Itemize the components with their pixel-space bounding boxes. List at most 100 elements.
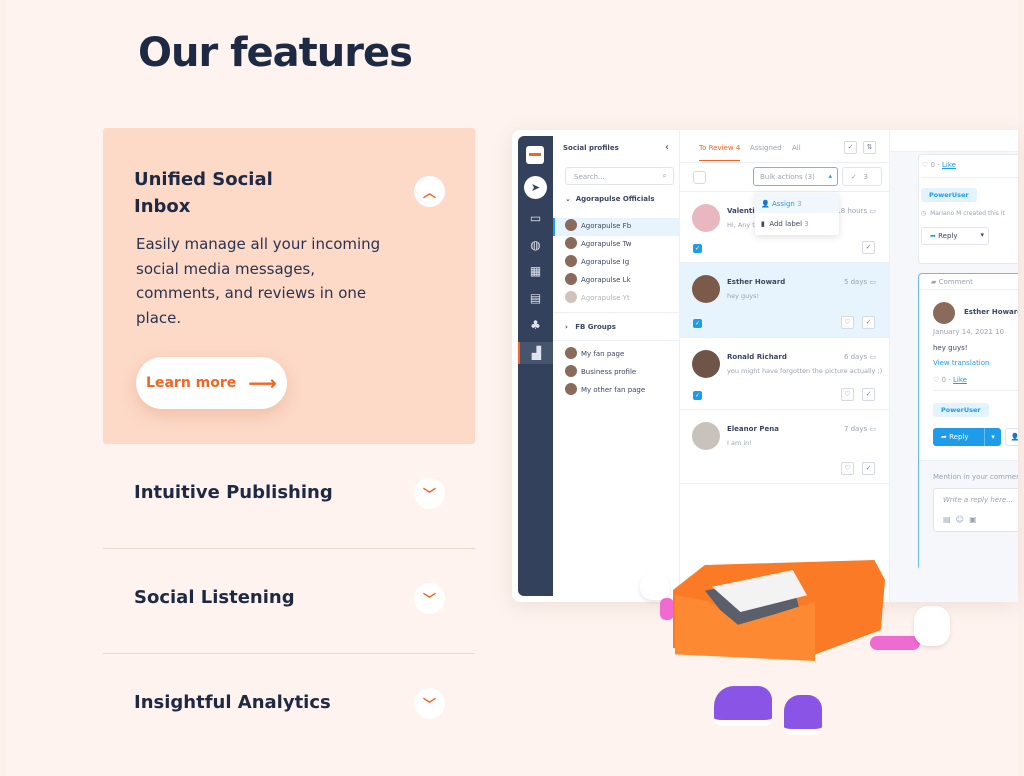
calendar-icon[interactable]: ▦ [527, 264, 544, 278]
page-item[interactable]: Business profile [565, 365, 637, 377]
avatar [565, 347, 577, 359]
message-text: you might have forgotten the picture act… [727, 367, 883, 375]
reply-button[interactable]: ➦ Reply ▾ [921, 227, 989, 245]
emoji-icon[interactable]: ☺ [956, 515, 964, 524]
message-row[interactable]: Eleanor Pena 7 days ▭ I am in! ♡ ✓ [680, 410, 890, 484]
avatar [692, 350, 720, 378]
heart-icon[interactable]: ♡ [841, 316, 854, 329]
profile-item[interactable]: Agorapulse Fb [565, 219, 631, 231]
check-icon[interactable]: ✓ [862, 316, 875, 329]
caret-up-icon: ▴ [828, 172, 832, 180]
avatar [565, 365, 577, 377]
arrow-right-icon: ⟶ [248, 371, 277, 395]
menu-add-label[interactable]: ▮ Add label 3 [755, 214, 815, 234]
divider [553, 312, 680, 313]
like-link[interactable]: Like [942, 161, 956, 169]
comment-icon: ▭ [869, 425, 876, 433]
avatar [692, 204, 720, 232]
tab-to-review[interactable]: To Review 4 [699, 144, 741, 161]
page-label: My other fan page [581, 386, 646, 394]
sort-icon[interactable]: ⇅ [863, 141, 876, 154]
chevron-up-icon[interactable]: ︿ [414, 176, 445, 207]
profile-label: Agorapulse Lk [581, 276, 631, 284]
reply-button-primary[interactable]: ➦ Reply ▾ [933, 428, 1001, 446]
avatar [565, 237, 577, 249]
profile-label: Agorapulse Yt [581, 294, 630, 302]
page-label: My fan page [581, 350, 625, 358]
search-icon: ⌕ [662, 171, 667, 180]
users-icon[interactable]: ♣ [527, 318, 544, 332]
avatar [565, 255, 577, 267]
heart-icon[interactable]: ♡ [841, 388, 854, 401]
divider [553, 340, 680, 341]
check-icon[interactable]: ✓ [862, 388, 875, 401]
feature-title: Intuitive Publishing [134, 482, 333, 503]
page-item[interactable]: My other fan page [565, 383, 646, 395]
select-all-checkbox[interactable] [693, 171, 706, 184]
check-icon[interactable]: ✓ [862, 462, 875, 475]
globe-search-icon[interactable]: ◍ [527, 238, 544, 252]
bulk-actions-dropdown[interactable]: Bulk actions (3) ▴ [753, 167, 838, 186]
message-row[interactable]: Ronald Richard 6 days ▭ you might have f… [680, 338, 890, 410]
approve-button[interactable]: ✓ 3 [842, 167, 882, 186]
send-icon[interactable]: ➤ [524, 176, 547, 199]
chevron-down-icon[interactable]: ﹀ [414, 583, 445, 614]
message-checkbox[interactable]: ✓ [693, 319, 702, 328]
group-officials[interactable]: ⌄ Agorapulse Officials [565, 195, 655, 203]
tag-poweruser[interactable]: PowerUser [921, 188, 977, 202]
feature-unified-social-inbox[interactable]: Unified Social Inbox ︿ Easily manage all… [103, 128, 475, 444]
menu-assign[interactable]: 👤 Assign 3 [755, 193, 839, 213]
feature-social-listening[interactable]: Social Listening ﹀ [103, 549, 475, 654]
search-input[interactable]: Search... ⌕ [565, 167, 674, 185]
profiles-title: Social profiles [563, 144, 619, 152]
chevron-down-icon[interactable]: ﹀ [414, 478, 445, 509]
profile-item[interactable]: Agorapulse Yt [565, 291, 630, 303]
approve-count: 3 [863, 173, 869, 181]
menu-count: 3 [804, 220, 809, 228]
avatar [565, 273, 577, 285]
check-icon[interactable]: ✓ [862, 241, 875, 254]
view-translation-link[interactable]: View translation [933, 359, 989, 367]
message-checkbox[interactable]: ✓ [693, 244, 702, 253]
label-icon: ▮ [761, 220, 765, 228]
page-label: Business profile [581, 368, 637, 376]
message-author: Eleanor Pena [727, 425, 779, 433]
check-all-icon[interactable]: ✓ [844, 141, 857, 154]
page-item[interactable]: My fan page [565, 347, 625, 359]
reply-input[interactable]: Write a reply here... ▤ ☺ ▣ [933, 488, 1018, 532]
menu-count: 3 [797, 200, 802, 208]
collapse-icon[interactable]: ‹ [665, 142, 669, 153]
tab-all[interactable]: All [792, 144, 801, 152]
like-link[interactable]: Like [953, 376, 967, 384]
tab-count: 4 [735, 144, 741, 152]
note-icon[interactable]: ▤ [943, 515, 951, 524]
learn-more-button[interactable]: Learn more ⟶ [136, 357, 287, 409]
group-fb-groups[interactable]: › FB Groups [565, 323, 616, 331]
feature-title: Insightful Analytics [134, 692, 331, 713]
message-checkbox[interactable]: ✓ [693, 391, 702, 400]
analytics-icon[interactable]: ▟ [518, 342, 553, 364]
assign-user-button[interactable]: 👤 [1005, 428, 1018, 446]
message-text: hey guys! [727, 292, 760, 300]
profile-item[interactable]: Agorapulse Lk [565, 273, 631, 285]
page-title: Our features [138, 30, 413, 76]
report-icon[interactable]: ▤ [527, 291, 544, 305]
inbox-icon[interactable]: ▭ [527, 211, 544, 225]
detail-header [890, 130, 1018, 152]
message-row[interactable]: Esther Howard 5 days ▭ hey guys! ✓ ♡ ✓ [680, 263, 890, 338]
comment-icon: ▭ [869, 353, 876, 361]
caret-down-icon: ▾ [984, 428, 1001, 446]
image-icon[interactable]: ▣ [969, 515, 977, 524]
profile-item[interactable]: Agorapulse Ig [565, 255, 629, 267]
profile-label: Agorapulse Tw [581, 240, 632, 248]
caret-down-icon: ▾ [980, 231, 984, 239]
chevron-down-icon[interactable]: ﹀ [414, 688, 445, 719]
tag-poweruser[interactable]: PowerUser [933, 403, 989, 417]
menu-label: Add label [769, 220, 803, 228]
tab-assigned[interactable]: Assigned [750, 144, 782, 152]
heart-icon[interactable]: ♡ [841, 462, 854, 475]
feature-intuitive-publishing[interactable]: Intuitive Publishing ﹀ [103, 444, 475, 549]
divider [921, 177, 1018, 178]
profile-item[interactable]: Agorapulse Tw [565, 237, 632, 249]
feature-insightful-analytics[interactable]: Insightful Analytics ﹀ [103, 654, 475, 759]
